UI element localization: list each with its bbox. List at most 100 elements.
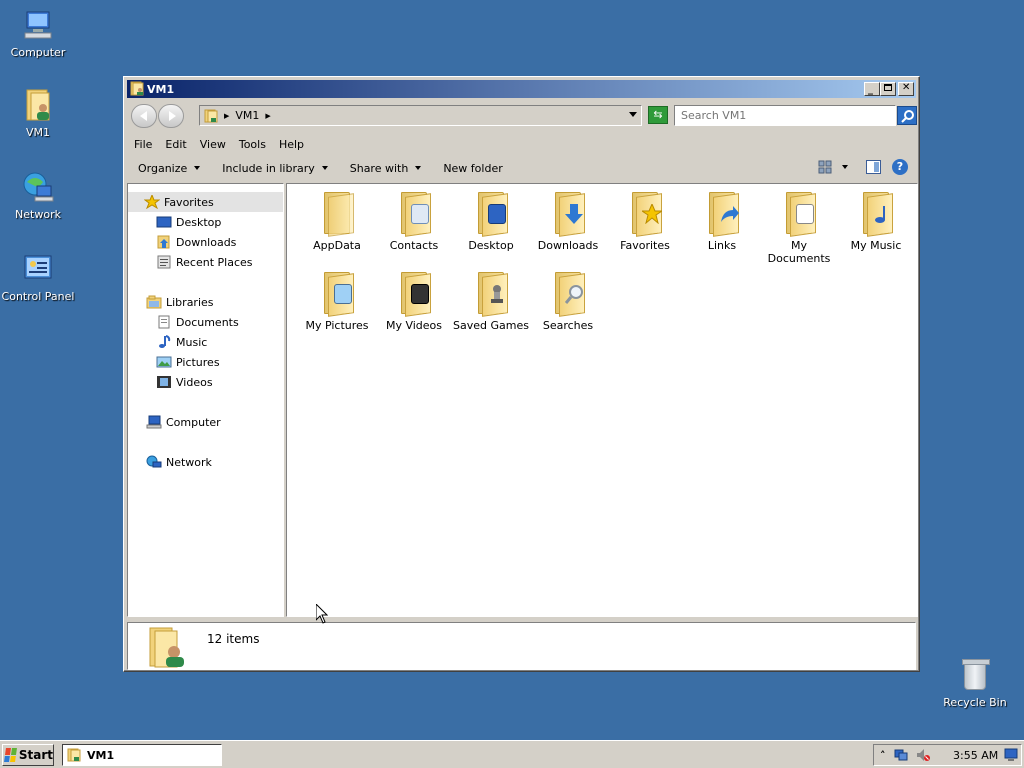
maximize-button[interactable]	[880, 82, 896, 96]
show-hidden-icons-button[interactable]: ˄	[880, 749, 886, 762]
desktop-icon-label: Network	[15, 208, 61, 221]
details-pane: 12 items	[127, 622, 916, 670]
computer-icon	[21, 8, 55, 42]
user-folder-icon	[130, 81, 144, 96]
desktop-icon-vm1[interactable]: VM1	[0, 88, 78, 139]
view-options-dropdown-icon[interactable]	[842, 165, 848, 169]
videos-folder-icon	[395, 272, 433, 317]
desktop-icon-control-panel[interactable]: Control Panel	[0, 252, 78, 303]
folder-item-searches[interactable]: Searches	[530, 272, 606, 332]
windows-logo-icon	[4, 748, 17, 762]
nav-item-music[interactable]: Music	[128, 332, 207, 352]
network-tray-icon[interactable]	[894, 748, 908, 762]
folder-item-my-documents[interactable]: My Documents	[761, 192, 837, 265]
include-in-library-button[interactable]: Include in library	[222, 162, 328, 175]
recycle-bin-icon	[962, 659, 990, 690]
downloads-icon	[157, 235, 170, 249]
desktop-icon-recycle-bin[interactable]: Recycle Bin	[938, 659, 1012, 709]
nav-item-videos[interactable]: Videos	[128, 372, 213, 392]
folder-item-desktop[interactable]: Desktop	[453, 192, 529, 252]
libraries-icon	[146, 295, 162, 309]
folder-view: AppData Contacts Desktop Downloads Favor…	[286, 183, 918, 617]
taskbar-button-vm1[interactable]: VM1	[62, 744, 222, 766]
folder-label: Saved Games	[453, 319, 529, 332]
breadcrumb-chevron-icon[interactable]: ▶	[224, 112, 229, 120]
nav-label: Libraries	[166, 295, 214, 309]
nav-item-recent-places[interactable]: Recent Places	[128, 252, 253, 272]
forward-arrow-icon	[169, 111, 176, 121]
network-icon	[21, 170, 55, 204]
folder-item-favorites[interactable]: Favorites	[607, 192, 683, 252]
nav-label: Desktop	[176, 215, 222, 229]
search-button[interactable]	[897, 106, 917, 125]
menu-view[interactable]: View	[200, 138, 226, 151]
favorites-folder-icon	[626, 192, 664, 237]
menu-tools[interactable]: Tools	[239, 138, 266, 151]
nav-label: Network	[166, 455, 212, 469]
change-view-icon[interactable]	[818, 160, 832, 174]
nav-item-desktop[interactable]: Desktop	[128, 212, 221, 232]
clock[interactable]: 3:55 AM	[953, 749, 998, 762]
menu-help[interactable]: Help	[279, 138, 304, 151]
folder-label: Downloads	[537, 239, 599, 252]
folder-item-my-music[interactable]: My Music	[838, 192, 914, 252]
recent-places-icon	[157, 255, 171, 269]
saved-games-folder-icon	[472, 272, 510, 317]
window-titlebar[interactable]: VM1 _ ✕	[127, 80, 916, 98]
breadcrumb-path[interactable]: VM1	[235, 109, 259, 122]
forward-button[interactable]	[158, 104, 184, 128]
nav-label: Favorites	[164, 195, 214, 209]
chevron-down-icon	[194, 166, 201, 170]
close-button[interactable]: ✕	[898, 82, 914, 96]
taskbar: Start VM1 ˄ 3:55 AM	[0, 740, 1024, 768]
share-with-label: Share with	[349, 161, 409, 175]
nav-item-documents[interactable]: Documents	[128, 312, 239, 332]
breadcrumb-chevron-icon[interactable]: ▶	[265, 112, 270, 120]
desktop-folder-icon	[472, 192, 510, 237]
folder-label: Favorites	[620, 239, 670, 252]
start-button[interactable]: Start	[2, 744, 54, 766]
nav-item-downloads[interactable]: Downloads	[128, 232, 236, 252]
explorer-window: VM1 _ ✕ ▶ VM1 ▶ ⇆ File Edit View Tools H…	[123, 76, 920, 672]
folder-item-downloads[interactable]: Downloads	[530, 192, 606, 252]
help-icon[interactable]: ?	[892, 159, 908, 175]
folder-item-links[interactable]: Links	[684, 192, 760, 252]
back-button[interactable]	[131, 104, 157, 128]
menu-edit[interactable]: Edit	[165, 138, 186, 151]
folder-label: My Pictures	[305, 319, 369, 332]
desktop-icon-network[interactable]: Network	[0, 170, 78, 221]
preview-pane-icon[interactable]	[866, 160, 881, 174]
volume-muted-icon[interactable]	[916, 748, 930, 762]
nav-label: Videos	[176, 375, 213, 389]
desktop-icon	[156, 216, 172, 228]
minimize-button[interactable]: _	[864, 82, 880, 96]
nav-item-libraries[interactable]: Libraries	[128, 292, 214, 312]
new-folder-button[interactable]: New folder	[443, 162, 502, 175]
address-dropdown-icon[interactable]	[629, 112, 637, 117]
folder-item-saved-games[interactable]: Saved Games	[453, 272, 529, 332]
folder-label: Links	[707, 239, 737, 252]
folder-item-appdata[interactable]: AppData	[299, 192, 375, 252]
user-folder-icon	[204, 109, 218, 122]
window-title: VM1	[147, 82, 175, 96]
system-tray: ˄ 3:55 AM	[873, 744, 1022, 766]
folder-item-my-pictures[interactable]: My Pictures	[299, 272, 375, 332]
refresh-icon: ⇆	[653, 108, 663, 121]
nav-item-computer[interactable]: Computer	[128, 412, 221, 432]
address-bar[interactable]: ▶ VM1 ▶	[199, 105, 642, 126]
folder-item-contacts[interactable]: Contacts	[376, 192, 452, 252]
desktop-icon-computer[interactable]: Computer	[0, 8, 78, 59]
share-with-button[interactable]: Share with	[350, 162, 422, 175]
show-desktop-icon[interactable]	[1004, 748, 1018, 762]
search-input[interactable]	[674, 105, 896, 126]
refresh-button[interactable]: ⇆	[648, 106, 668, 124]
user-folder-icon	[149, 627, 184, 668]
nav-item-favorites[interactable]: Favorites	[128, 192, 283, 212]
organize-button[interactable]: Organize	[138, 162, 201, 175]
back-arrow-icon	[140, 111, 147, 121]
nav-item-network[interactable]: Network	[128, 452, 212, 472]
nav-item-pictures[interactable]: Pictures	[128, 352, 220, 372]
close-icon: ✕	[902, 82, 911, 93]
menu-file[interactable]: File	[134, 138, 152, 151]
folder-item-my-videos[interactable]: My Videos	[376, 272, 452, 332]
